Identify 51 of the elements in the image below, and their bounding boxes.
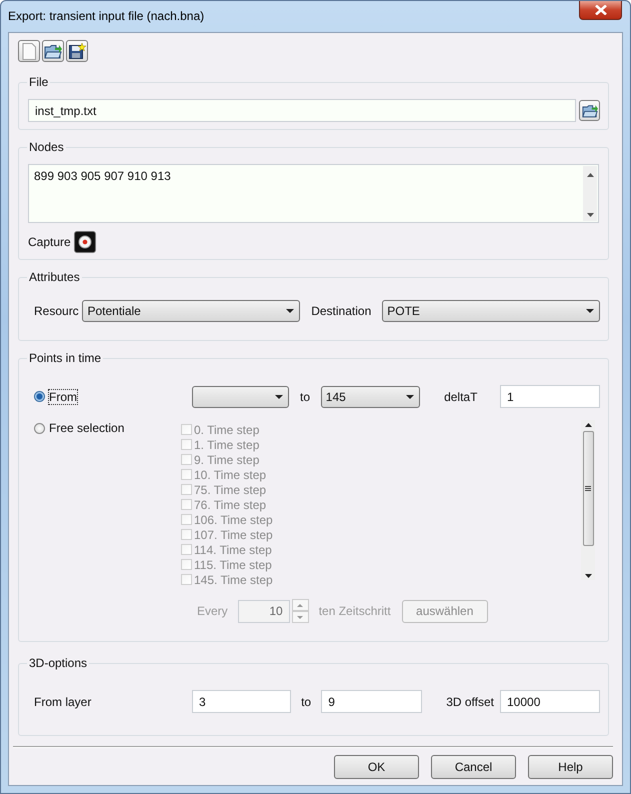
capture-label: Capture [28, 235, 71, 249]
group-title: File [28, 75, 50, 89]
offset-label: 3D offset [446, 694, 496, 708]
open-folder-button[interactable] [42, 40, 64, 62]
group-title: Nodes [28, 140, 65, 154]
delta-t-field[interactable]: 1 [500, 385, 600, 408]
dialog-button[interactable]: OK [334, 755, 419, 779]
grip-icon[interactable] [585, 486, 591, 491]
save-button[interactable] [66, 40, 88, 62]
to-label: to [300, 694, 312, 708]
caret-icon [586, 309, 594, 313]
scrollbar[interactable] [581, 420, 595, 580]
free-selection-radio[interactable]: Free selection [34, 421, 181, 435]
browse-button[interactable] [579, 100, 600, 121]
record-icon [78, 235, 92, 249]
to-label: to [299, 390, 312, 404]
offset-field[interactable]: 10000 [500, 690, 600, 713]
resource-label: Resourc [34, 304, 80, 318]
file-path-field[interactable]: inst_tmp.txt [28, 99, 576, 122]
capture-button[interactable] [74, 231, 96, 253]
caret-icon [406, 394, 414, 398]
scroll-up-icon[interactable] [586, 173, 594, 177]
group-title: Points in time [28, 351, 102, 365]
caret-icon [286, 309, 294, 313]
group-title: Attributes [28, 270, 81, 284]
scroll-down-icon[interactable] [586, 213, 594, 217]
close-icon [594, 5, 606, 15]
every-label: Every [197, 604, 228, 618]
nodes-text-area[interactable]: 899 903 905 907 910 913 [28, 164, 599, 223]
from-radio[interactable]: From [34, 390, 192, 404]
group-title: 3D-options [28, 656, 88, 670]
scroll-up-icon[interactable] [584, 423, 592, 427]
close-button[interactable] [579, 1, 622, 20]
to-dropdown[interactable]: 145 [320, 386, 420, 408]
scroll-down-icon[interactable] [584, 574, 592, 578]
from-layer-field[interactable]: 3 [192, 690, 291, 713]
caret-icon [275, 394, 284, 398]
destination-dropdown[interactable]: POTE [382, 300, 600, 322]
from-layer-label: From layer [34, 694, 92, 708]
new-file-button[interactable] [18, 40, 40, 62]
dialog-button[interactable]: Cancel [431, 755, 516, 779]
destination-label: Destination [311, 304, 372, 318]
scrollbar[interactable] [583, 166, 597, 221]
to-layer-field[interactable]: 9 [321, 690, 422, 713]
spinner-arrows[interactable] [292, 599, 309, 623]
delta-t-label: deltaT [444, 390, 478, 404]
resource-dropdown[interactable]: Potentiale [82, 300, 300, 322]
from-dropdown[interactable] [192, 386, 290, 408]
dialog-button[interactable]: Help [528, 755, 613, 779]
window-title: Export: transient input file (nach.bna) [8, 8, 204, 22]
interval-suffix-label: ten Zeitschritt [318, 604, 391, 618]
